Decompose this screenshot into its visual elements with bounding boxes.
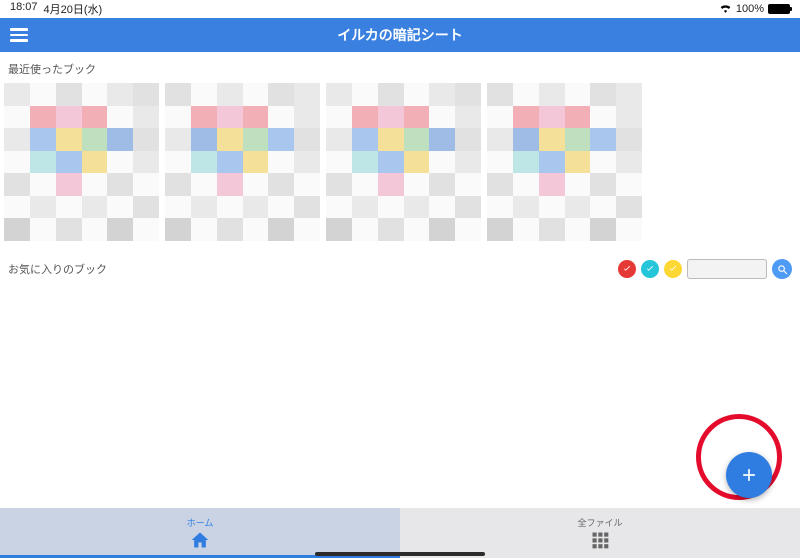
tab-home-label: ホーム — [187, 516, 214, 529]
filter-red-button[interactable] — [618, 260, 636, 278]
filter-cyan-button[interactable] — [641, 260, 659, 278]
recent-book-item[interactable] — [487, 83, 642, 241]
status-bar: 18:07 4月20日(水) 100% — [0, 0, 800, 18]
recent-book-item[interactable] — [326, 83, 481, 241]
tab-home[interactable]: ホーム — [0, 508, 400, 558]
navigation-bar: イルカの暗記シート — [0, 18, 800, 52]
tab-files-label: 全ファイル — [577, 516, 622, 529]
recent-book-item[interactable] — [4, 83, 159, 241]
tab-all-files[interactable]: 全ファイル — [400, 508, 800, 558]
recent-book-item[interactable] — [165, 83, 320, 241]
favorites-header: お気に入りのブック — [0, 241, 800, 279]
status-time: 18:07 — [10, 1, 38, 17]
menu-button[interactable] — [10, 25, 30, 45]
favorites-label: お気に入りのブック — [8, 261, 107, 277]
home-icon — [190, 530, 210, 550]
search-button[interactable] — [772, 259, 792, 279]
recent-books-label: 最近使ったブック — [0, 52, 800, 83]
battery-percent: 100% — [736, 3, 764, 15]
battery-icon — [768, 4, 790, 14]
filter-yellow-button[interactable] — [664, 260, 682, 278]
search-input[interactable] — [687, 259, 767, 279]
status-date: 4月20日(水) — [44, 1, 103, 17]
wifi-icon — [719, 3, 732, 16]
tab-bar: ホーム 全ファイル — [0, 508, 800, 558]
add-button[interactable] — [726, 452, 772, 498]
home-indicator — [315, 552, 485, 556]
main-content: 最近使ったブック — [0, 52, 800, 508]
page-title: イルカの暗記シート — [337, 25, 463, 45]
recent-books-row — [0, 83, 800, 241]
grid-icon — [590, 530, 610, 550]
